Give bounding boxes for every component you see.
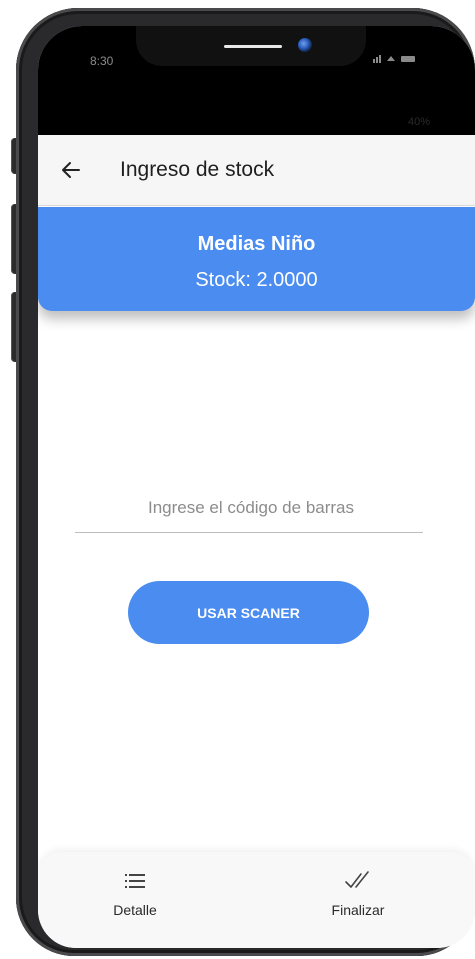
nav-item-detalle[interactable]: Detalle xyxy=(80,868,190,938)
device-mockup: 8:30 40% Ingreso de stock Medias Niño St… xyxy=(0,0,475,959)
battery-level: 40% xyxy=(408,116,431,128)
status-bar: 8:30 xyxy=(38,26,475,108)
nav-item-finalizar[interactable]: Finalizar xyxy=(303,868,413,938)
product-stock: Stock: 2.0000 xyxy=(195,269,318,291)
nav-label-finalizar: Finalizar xyxy=(331,902,385,918)
bottom-navigation: Detalle Finalizar xyxy=(38,852,475,948)
app-screen: 8:30 40% Ingreso de stock Medias Niño St… xyxy=(38,26,475,948)
use-scanner-button[interactable]: USAR SCANER xyxy=(128,581,369,644)
app-bar: Ingreso de stock xyxy=(38,135,475,206)
barcode-input[interactable] xyxy=(75,486,427,530)
nav-label-detalle: Detalle xyxy=(113,902,157,918)
arrow-left-icon[interactable] xyxy=(58,157,84,183)
speaker xyxy=(224,45,282,48)
product-banner: Medias Niño Stock: 2.0000 xyxy=(38,207,475,311)
status-time: 8:30 xyxy=(90,54,114,68)
barcode-field xyxy=(75,486,427,533)
camera-icon xyxy=(298,38,312,52)
status-bar-secondary: 40% xyxy=(38,108,475,135)
product-name: Medias Niño xyxy=(197,233,316,255)
page-title: Ingreso de stock xyxy=(120,158,275,181)
double-check-icon xyxy=(303,868,413,894)
signal-wifi-battery-icon xyxy=(373,53,433,66)
list-icon xyxy=(80,868,190,894)
